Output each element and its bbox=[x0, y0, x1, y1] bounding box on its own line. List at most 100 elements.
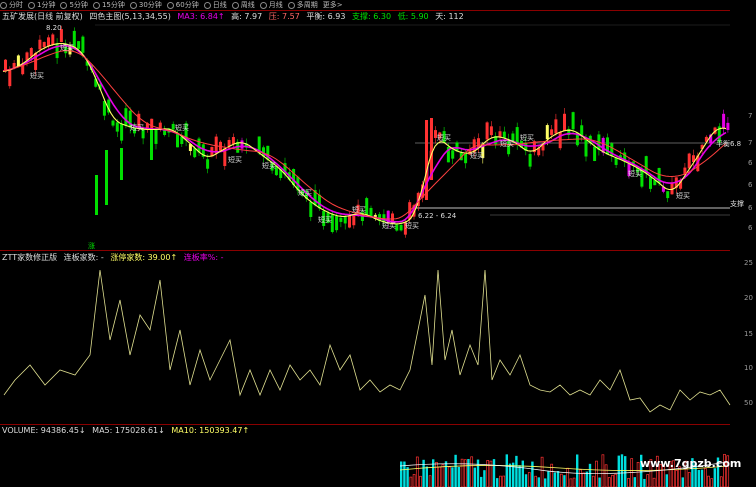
volume-bar bbox=[508, 463, 512, 487]
candle bbox=[81, 36, 85, 53]
buy-signal-label: 短买 bbox=[262, 161, 276, 170]
candle bbox=[120, 124, 124, 141]
volume-bar bbox=[607, 477, 611, 487]
low-value: 低: 5.90 bbox=[397, 12, 429, 21]
buy-signal-label: 短买 bbox=[500, 139, 514, 148]
volume-bar bbox=[409, 476, 413, 487]
volume-bar bbox=[713, 468, 716, 487]
day-value: 天: 112 bbox=[435, 12, 464, 21]
candle bbox=[489, 126, 493, 136]
volume-bar bbox=[521, 460, 524, 487]
indicator-panel-name[interactable]: ZTT家数修正版 bbox=[2, 253, 57, 262]
candle bbox=[425, 120, 428, 200]
volume-bar bbox=[576, 454, 579, 487]
volume-bar bbox=[665, 474, 668, 487]
volume-bar bbox=[422, 459, 425, 487]
indicator-line bbox=[3, 269, 731, 413]
lianban-count: 连板家数: - bbox=[63, 253, 104, 262]
candle bbox=[369, 207, 373, 217]
candle bbox=[16, 55, 20, 67]
ma3-value: MA3: 6.84↑ bbox=[177, 12, 225, 21]
volume-bar bbox=[611, 474, 614, 487]
volume-bar bbox=[419, 475, 422, 487]
volume-bar bbox=[518, 465, 521, 487]
candle bbox=[55, 43, 59, 59]
volume-bar bbox=[601, 454, 605, 487]
buy-signal-label: 短买 bbox=[318, 215, 332, 224]
volume-bar bbox=[451, 467, 454, 487]
volume-info-row: VOLUME: 94386.45↓ MA5: 175028.61↓ MA10: … bbox=[2, 426, 253, 435]
candle bbox=[563, 113, 566, 131]
volume-bar bbox=[559, 473, 563, 487]
volume-bar bbox=[534, 475, 538, 487]
volume-bar bbox=[588, 463, 592, 487]
volume-bar bbox=[515, 455, 518, 487]
y-tick-label: 6 bbox=[748, 204, 753, 212]
volume-bar bbox=[614, 473, 618, 487]
indicator-name[interactable]: 四色主图(5,13,34,55) bbox=[89, 12, 171, 21]
ma-line-magenta bbox=[2, 44, 727, 223]
volume-bar bbox=[579, 469, 582, 487]
volume-bar bbox=[415, 456, 419, 487]
buy-signal-label: 短买 bbox=[437, 133, 451, 142]
y-tick-label: 7 bbox=[748, 112, 752, 120]
volume-bar bbox=[476, 459, 480, 487]
volume-bar bbox=[524, 474, 528, 487]
chart-stage: 短买短买短买 短买短买短买短买短买短买短买 短买短买短买短买短买短买短买8.206.… bbox=[2, 24, 753, 487]
y-tick-label: 6 bbox=[748, 159, 753, 167]
volume-bar bbox=[617, 455, 620, 487]
candle bbox=[528, 153, 532, 167]
support-tag: 支撑 bbox=[730, 199, 744, 208]
volume-bar bbox=[492, 459, 496, 487]
volume-bar bbox=[406, 467, 409, 487]
buy-signal-label: 短买 bbox=[175, 123, 189, 132]
volume-bar bbox=[425, 466, 428, 487]
candle bbox=[150, 130, 153, 160]
candle bbox=[51, 34, 55, 45]
zhangting-count: 涨停家数: 39.00↑ bbox=[110, 253, 178, 262]
ma-line-red bbox=[2, 50, 727, 220]
volume-bar bbox=[675, 470, 678, 487]
buy-signal-label: 短买 bbox=[382, 221, 396, 230]
volume-bar bbox=[499, 475, 502, 487]
volume-bar bbox=[400, 461, 403, 487]
candle bbox=[38, 39, 42, 50]
stock-title[interactable]: 五矿发展(日线 前复权) bbox=[2, 12, 83, 21]
volume-bar bbox=[428, 475, 432, 487]
y-tick-label: 6 bbox=[748, 181, 753, 189]
pressure-value: 压: 7.57 bbox=[268, 12, 300, 21]
indicator-y-tick: 25 bbox=[744, 259, 753, 267]
candle bbox=[722, 113, 726, 129]
candle bbox=[176, 133, 179, 148]
site-watermark: www.7gpzb.com bbox=[640, 457, 742, 470]
candle bbox=[343, 216, 347, 224]
volume-bar bbox=[646, 474, 650, 487]
candle bbox=[649, 176, 652, 189]
volume-bar bbox=[470, 456, 474, 487]
candle bbox=[95, 175, 98, 215]
peak-price-label: 8.20 bbox=[46, 24, 62, 32]
candle bbox=[227, 140, 231, 147]
y-tick-label: 7 bbox=[748, 139, 752, 147]
candle bbox=[451, 150, 455, 159]
volume-bar bbox=[473, 467, 476, 487]
volume-bar bbox=[544, 478, 547, 487]
candle bbox=[115, 122, 119, 132]
candle bbox=[335, 216, 339, 231]
volume-bar bbox=[710, 478, 714, 487]
candle bbox=[502, 131, 506, 139]
volume-bar bbox=[556, 471, 560, 487]
indicator-y-tick: 10 bbox=[744, 364, 753, 372]
volume-value[interactable]: VOLUME: 94386.45↓ bbox=[2, 426, 86, 435]
volume-bar bbox=[454, 454, 457, 487]
candle bbox=[666, 191, 670, 199]
volume-bar bbox=[719, 476, 723, 487]
candle bbox=[464, 153, 468, 164]
volume-bar bbox=[547, 471, 550, 487]
volume-bar bbox=[553, 472, 556, 487]
volume-bar bbox=[703, 468, 707, 487]
day-tag: 涨 bbox=[88, 241, 95, 250]
volume-bar bbox=[707, 475, 710, 487]
range-label: 6.22 - 6.24 bbox=[418, 212, 457, 220]
volume-bar bbox=[585, 471, 588, 487]
